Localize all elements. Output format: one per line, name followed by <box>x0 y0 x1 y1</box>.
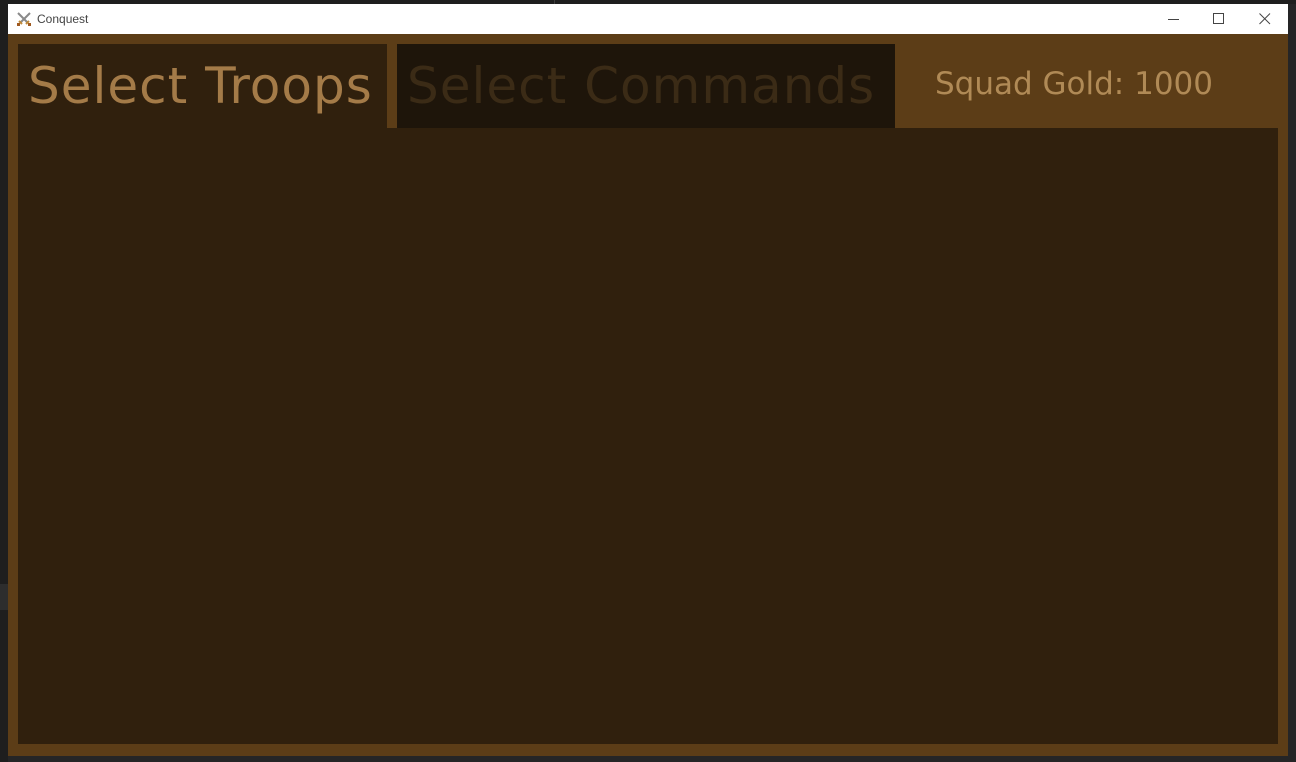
main-content: Select Troops Select Commands Squad Gold… <box>8 34 1288 756</box>
close-button[interactable] <box>1242 4 1288 34</box>
background-left-edge <box>0 0 8 762</box>
background-right-edge <box>1288 34 1296 762</box>
tab-select-troops[interactable]: Select Troops <box>18 44 387 128</box>
crossed-swords-icon <box>16 11 32 27</box>
troop-selection-panel <box>18 128 1278 744</box>
squad-gold-label: Squad Gold: 1000 <box>935 66 1214 102</box>
window-title: Conquest <box>37 12 89 26</box>
title-bar[interactable]: Conquest <box>8 4 1288 34</box>
app-window: Conquest Select Troops Select Commands S… <box>8 4 1288 756</box>
tab-label: Select Troops <box>28 57 373 115</box>
tab-select-commands[interactable]: Select Commands <box>397 44 895 128</box>
tab-label: Select Commands <box>407 57 876 115</box>
minimize-button[interactable] <box>1151 4 1197 34</box>
maximize-button[interactable] <box>1196 4 1242 34</box>
